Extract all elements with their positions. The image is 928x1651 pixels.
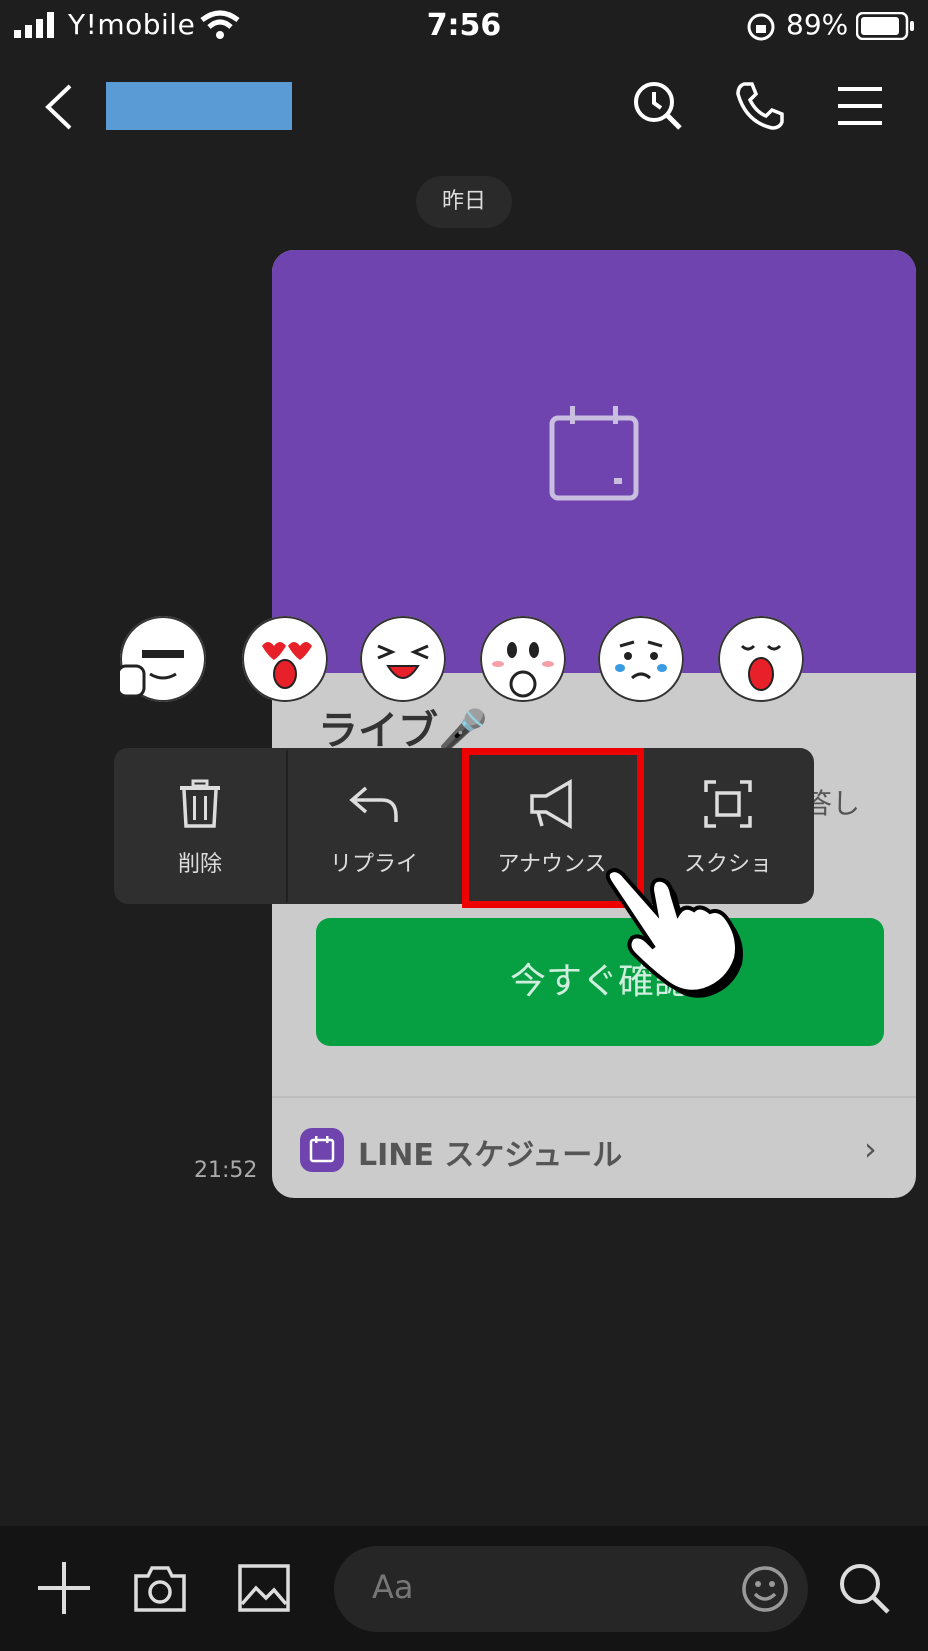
- crying-face-icon[interactable]: [598, 616, 684, 702]
- reply-icon: [349, 786, 398, 822]
- screenshot-icon: [704, 780, 752, 828]
- schedule-message-card[interactable]: ライブ🎤 答し 今すぐ確認 LINE スケジュール ›: [272, 250, 916, 1198]
- chevron-right-icon: ›: [864, 1130, 877, 1168]
- battery-percent: 89%: [786, 8, 849, 41]
- menu-icon[interactable]: [832, 78, 888, 134]
- status-bar: Y!mobile 7:56 89%: [0, 0, 928, 52]
- card-header-banner: [272, 250, 916, 673]
- thumbs-up-face-icon[interactable]: [116, 616, 206, 702]
- touched-face-icon[interactable]: [480, 616, 566, 702]
- delete-label: 削除: [177, 852, 222, 877]
- image-icon[interactable]: [236, 1560, 292, 1616]
- contact-name: [106, 82, 292, 130]
- delete-button[interactable]: 削除: [114, 748, 286, 904]
- pointing-hand-icon: [605, 867, 743, 998]
- message-timestamp: 21:52: [194, 1158, 258, 1183]
- divider: [272, 1096, 916, 1098]
- rotation-lock-icon: [747, 13, 775, 41]
- search-icon[interactable]: [836, 1560, 892, 1616]
- back-button[interactable]: [40, 80, 80, 134]
- search-history-icon[interactable]: [630, 78, 686, 134]
- heart-eyes-face-icon[interactable]: [242, 616, 328, 702]
- phone-icon[interactable]: [732, 78, 788, 134]
- trash-icon: [180, 779, 220, 828]
- emoji-icon[interactable]: [740, 1564, 790, 1614]
- message-input-placeholder: Aa: [372, 1568, 414, 1606]
- reply-label: リプライ: [329, 852, 418, 877]
- reply-button[interactable]: リプライ: [288, 748, 460, 904]
- laughing-face-icon[interactable]: [360, 616, 446, 702]
- line-schedule-icon: [300, 1128, 344, 1172]
- line-schedule-link[interactable]: LINE スケジュール: [358, 1130, 622, 1174]
- date-separator: 昨日: [416, 176, 512, 228]
- camera-icon[interactable]: [132, 1560, 188, 1616]
- plus-icon[interactable]: [36, 1560, 92, 1616]
- battery-icon: [856, 12, 914, 40]
- surprised-face-icon[interactable]: [718, 616, 804, 702]
- calendar-icon: [549, 406, 639, 501]
